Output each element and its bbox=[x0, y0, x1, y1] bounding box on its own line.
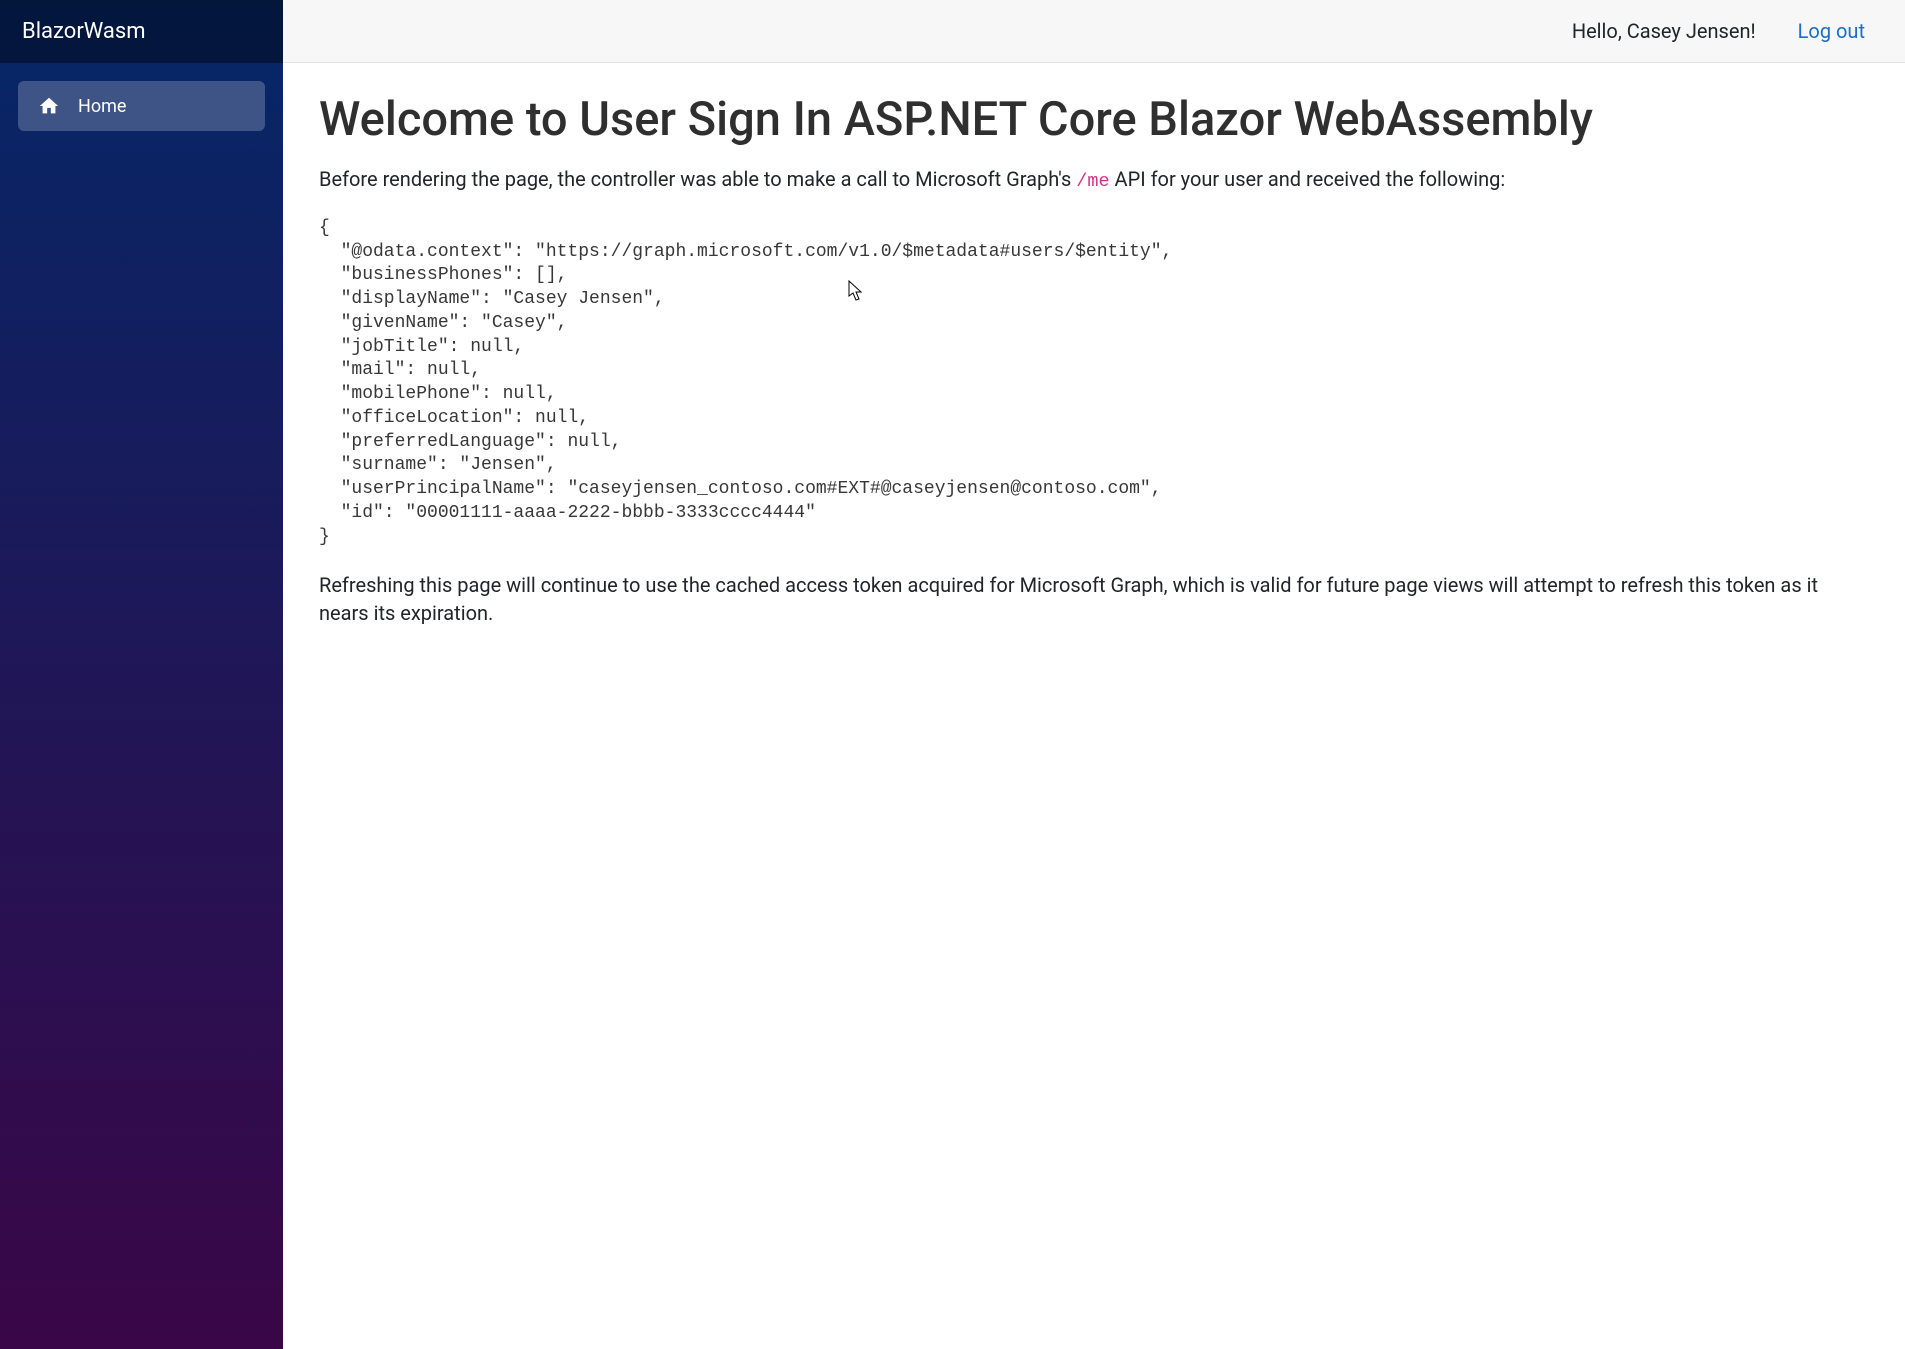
page-content: Welcome to User Sign In ASP.NET Core Bla… bbox=[283, 63, 1905, 1349]
intro-paragraph: Before rendering the page, the controlle… bbox=[319, 165, 1869, 195]
intro-code-endpoint: /me bbox=[1076, 171, 1109, 192]
sidebar-header: BlazorWasm bbox=[0, 0, 283, 63]
sidebar-nav: Home bbox=[0, 63, 283, 149]
api-response-block: { "@odata.context": "https://graph.micro… bbox=[319, 217, 1869, 550]
intro-text-after: API for your user and received the follo… bbox=[1110, 167, 1506, 191]
user-greeting: Hello, Casey Jensen! bbox=[1572, 19, 1756, 43]
topbar: Hello, Casey Jensen! Log out bbox=[283, 0, 1905, 63]
intro-text-before: Before rendering the page, the controlle… bbox=[319, 167, 1076, 191]
footer-paragraph: Refreshing this page will continue to us… bbox=[319, 571, 1869, 627]
main-area: Hello, Casey Jensen! Log out Welcome to … bbox=[283, 0, 1905, 1349]
sidebar-item-label: Home bbox=[78, 96, 126, 117]
sidebar: BlazorWasm Home bbox=[0, 0, 283, 1349]
sidebar-item-home[interactable]: Home bbox=[18, 81, 265, 131]
page-title: Welcome to User Sign In ASP.NET Core Bla… bbox=[319, 93, 1869, 147]
home-icon bbox=[38, 95, 60, 117]
logout-link[interactable]: Log out bbox=[1798, 19, 1865, 43]
brand-link[interactable]: BlazorWasm bbox=[22, 19, 146, 44]
